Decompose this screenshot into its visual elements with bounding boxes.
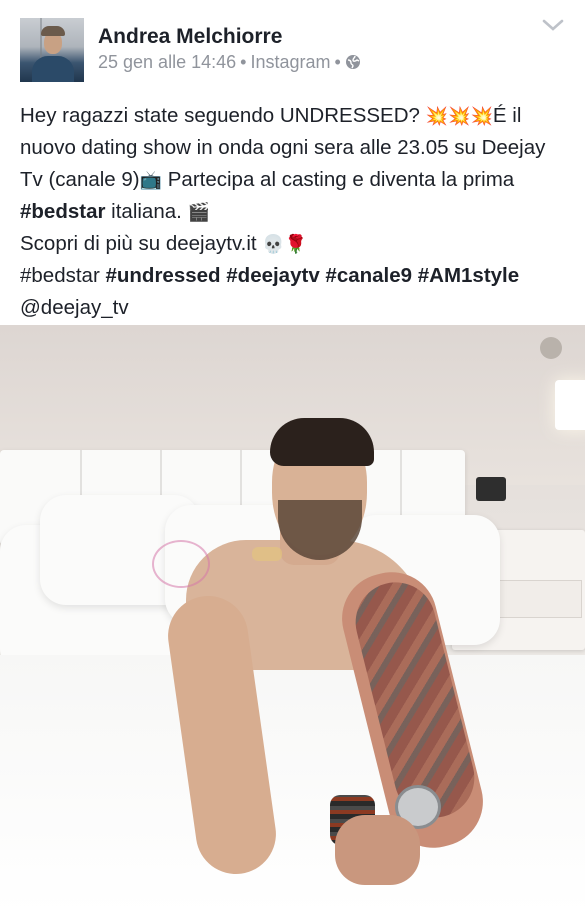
author-avatar[interactable] — [20, 18, 84, 82]
hashtag-bedstar-plain[interactable]: #bedstar — [20, 264, 100, 287]
hashtag-bedstar-link[interactable]: #bedstar — [20, 200, 105, 223]
post-header: Andrea Melchiorre 25 gen alle 14:46 • Inst… — [0, 0, 585, 92]
burst-emoji: 💥💥💥 — [425, 106, 493, 126]
clapper-emoji: 🎬 — [187, 201, 210, 222]
post-timestamp[interactable]: 25 gen alle 14:46 — [98, 52, 236, 72]
post-source[interactable]: Instagram — [250, 52, 330, 72]
hashtag-deejaytv-link[interactable]: #deejaytv — [226, 264, 319, 287]
mention-link[interactable]: @deejay_tv — [20, 296, 129, 319]
post-body: Hey ragazzi state seguendo UNDRESSED? 💥💥… — [20, 100, 570, 323]
hashtag-canale9-link[interactable]: #canale9 — [325, 264, 412, 287]
globe-icon — [345, 54, 361, 75]
post-photo[interactable] — [0, 325, 585, 910]
post-meta: 25 gen alle 14:46 • Instagram • — [98, 52, 361, 75]
post-paragraph-2: Scopri di più su deejaytv.it 💀🌹 — [20, 232, 308, 256]
watermark-logo — [152, 540, 210, 588]
hashtag-undressed-link[interactable]: #undressed — [105, 264, 220, 287]
post-hashtags: #bedstar #undressed #deejaytv #canale9 #… — [20, 260, 570, 291]
hashtag-am1style-link[interactable]: #AM1style — [418, 264, 519, 287]
author-name[interactable]: Andrea Melchiorre — [98, 25, 282, 49]
post-paragraph-1: Hey ragazzi state seguendo UNDRESSED? 💥💥… — [20, 104, 546, 223]
lamp — [555, 380, 585, 430]
bed-sheet — [0, 655, 585, 910]
chevron-down-icon[interactable] — [540, 16, 566, 36]
skull-rose-emoji: 💀🌹 — [262, 234, 308, 255]
tv-emoji: 📺 — [139, 169, 163, 190]
